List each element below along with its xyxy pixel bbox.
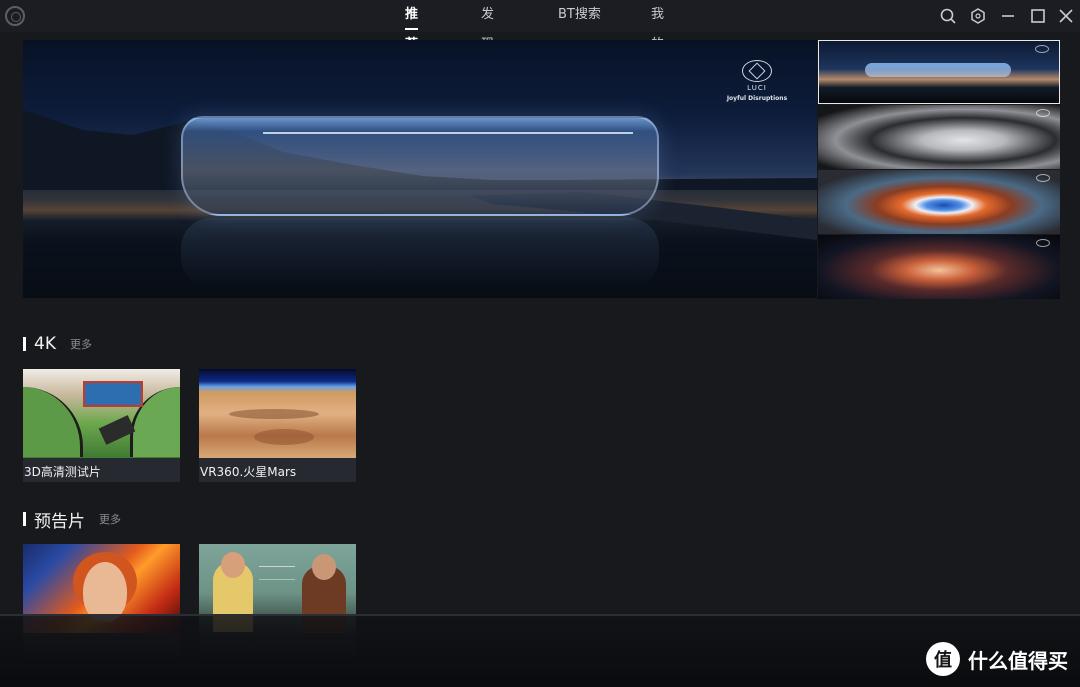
product-reflection [181,218,659,288]
brand-name: LUCI [747,84,767,92]
section-header-4k: 4K 更多 [23,334,92,354]
product-render [181,116,659,216]
section-title: 4K [34,334,56,354]
app-logo-icon[interactable] [5,6,25,26]
banner-thumb-4[interactable] [818,235,1060,299]
brand-lockup: LUCI Joyful Disruptions [725,60,789,102]
video-card[interactable]: 3D高清测试片 [23,369,180,482]
luci-logo-icon [742,60,772,82]
more-link[interactable]: 更多 [70,336,92,352]
video-thumbnail [199,369,356,458]
section-marker [23,337,26,351]
tab-discover[interactable]: 发现 [481,0,494,52]
maximize-icon[interactable] [1028,6,1048,26]
more-link[interactable]: 更多 [99,511,121,527]
watermark: 值 什么值得买 [926,642,1068,676]
section-header-trailers: 预告片 更多 [23,509,121,532]
close-icon[interactable] [1056,6,1076,26]
tab-bt-search[interactable]: BT搜索 [558,0,601,32]
video-card[interactable]: VR360.火星Mars [199,369,356,482]
watermark-logo-icon: 值 [926,642,960,676]
video-thumbnail [23,369,180,458]
minimize-icon[interactable] [998,6,1018,26]
bottom-overlay [0,614,1080,687]
brand-tagline: Joyful Disruptions [726,95,788,102]
search-icon[interactable] [938,6,958,26]
video-title: VR360.火星Mars [200,465,297,479]
tab-recommend[interactable]: 推荐 [405,0,419,52]
watermark-text: 什么值得买 [968,648,1068,673]
banner-thumb-1[interactable] [818,40,1060,104]
tab-mine[interactable]: 我的 [651,0,664,52]
settings-hex-icon[interactable] [968,6,988,26]
video-title: 3D高清测试片 [24,465,101,479]
banner-thumbnails [818,40,1060,299]
banner-thumb-2[interactable] [818,105,1060,169]
title-bar: 推荐 发现 BT搜索 我的 [0,0,1080,52]
section-title: 预告片 [34,511,85,532]
section-marker [23,512,26,526]
hero-banner[interactable]: LUCI Joyful Disruptions [23,40,817,298]
banner-thumb-3[interactable] [818,170,1060,234]
